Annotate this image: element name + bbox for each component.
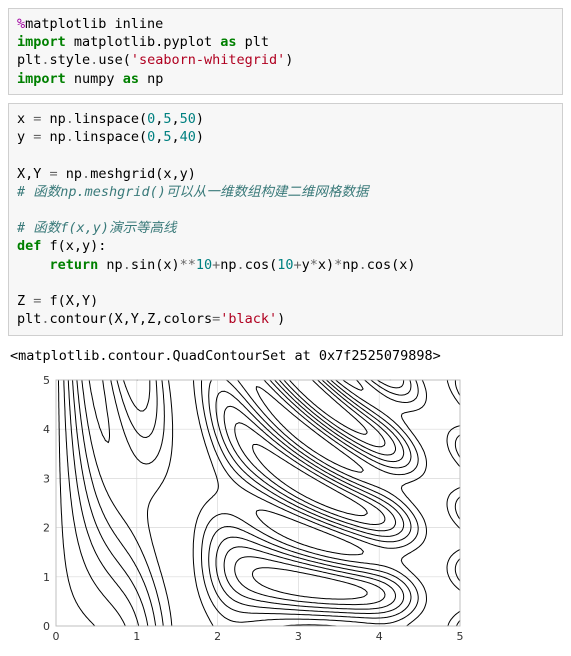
svg-text:3: 3 [295, 630, 302, 643]
svg-text:4: 4 [376, 630, 383, 643]
kw-import: import [17, 71, 66, 87]
code-cell-2: x = np.linspace(0,5,50) y = np.linspace(… [8, 103, 563, 336]
magic-prefix: % [17, 16, 25, 32]
code-cell-1: %matplotlib inline import matplotlib.pyp… [8, 8, 563, 95]
kw-def: def [17, 238, 41, 254]
output-repr: <matplotlib.contour.QuadContourSet at 0x… [8, 344, 563, 372]
magic-text: matplotlib inline [25, 16, 163, 32]
comment: # 函数f(x,y)演示等高线 [17, 220, 177, 236]
plot-svg: 0 1 2 3 4 5 0 1 2 3 4 5 [18, 372, 468, 648]
module-name: matplotlib.pyplot [66, 34, 220, 50]
kw-as: as [220, 34, 236, 50]
kw-as: as [123, 71, 139, 87]
func-name: f(x,y): [41, 238, 106, 254]
string-literal: 'black' [220, 311, 277, 327]
svg-text:2: 2 [43, 521, 50, 534]
module-name: numpy [66, 71, 123, 87]
alias: plt [236, 34, 269, 50]
svg-text:3: 3 [43, 472, 50, 485]
obj: plt [17, 52, 41, 68]
svg-text:5: 5 [43, 374, 50, 387]
svg-text:1: 1 [133, 630, 140, 643]
alias: np [139, 71, 163, 87]
contour-plot: 0 1 2 3 4 5 0 1 2 3 4 5 [18, 372, 468, 648]
svg-text:1: 1 [43, 570, 50, 583]
svg-text:2: 2 [214, 630, 221, 643]
kw-return: return [50, 257, 99, 273]
kw-import: import [17, 34, 66, 50]
svg-text:0: 0 [43, 620, 50, 633]
string-literal: 'seaborn-whitegrid' [131, 52, 285, 68]
svg-text:0: 0 [53, 630, 60, 643]
svg-text:4: 4 [43, 423, 50, 436]
comment: # 函数np.meshgrid()可以从一维数组构建二维网格数据 [17, 184, 368, 200]
svg-text:5: 5 [457, 630, 464, 643]
